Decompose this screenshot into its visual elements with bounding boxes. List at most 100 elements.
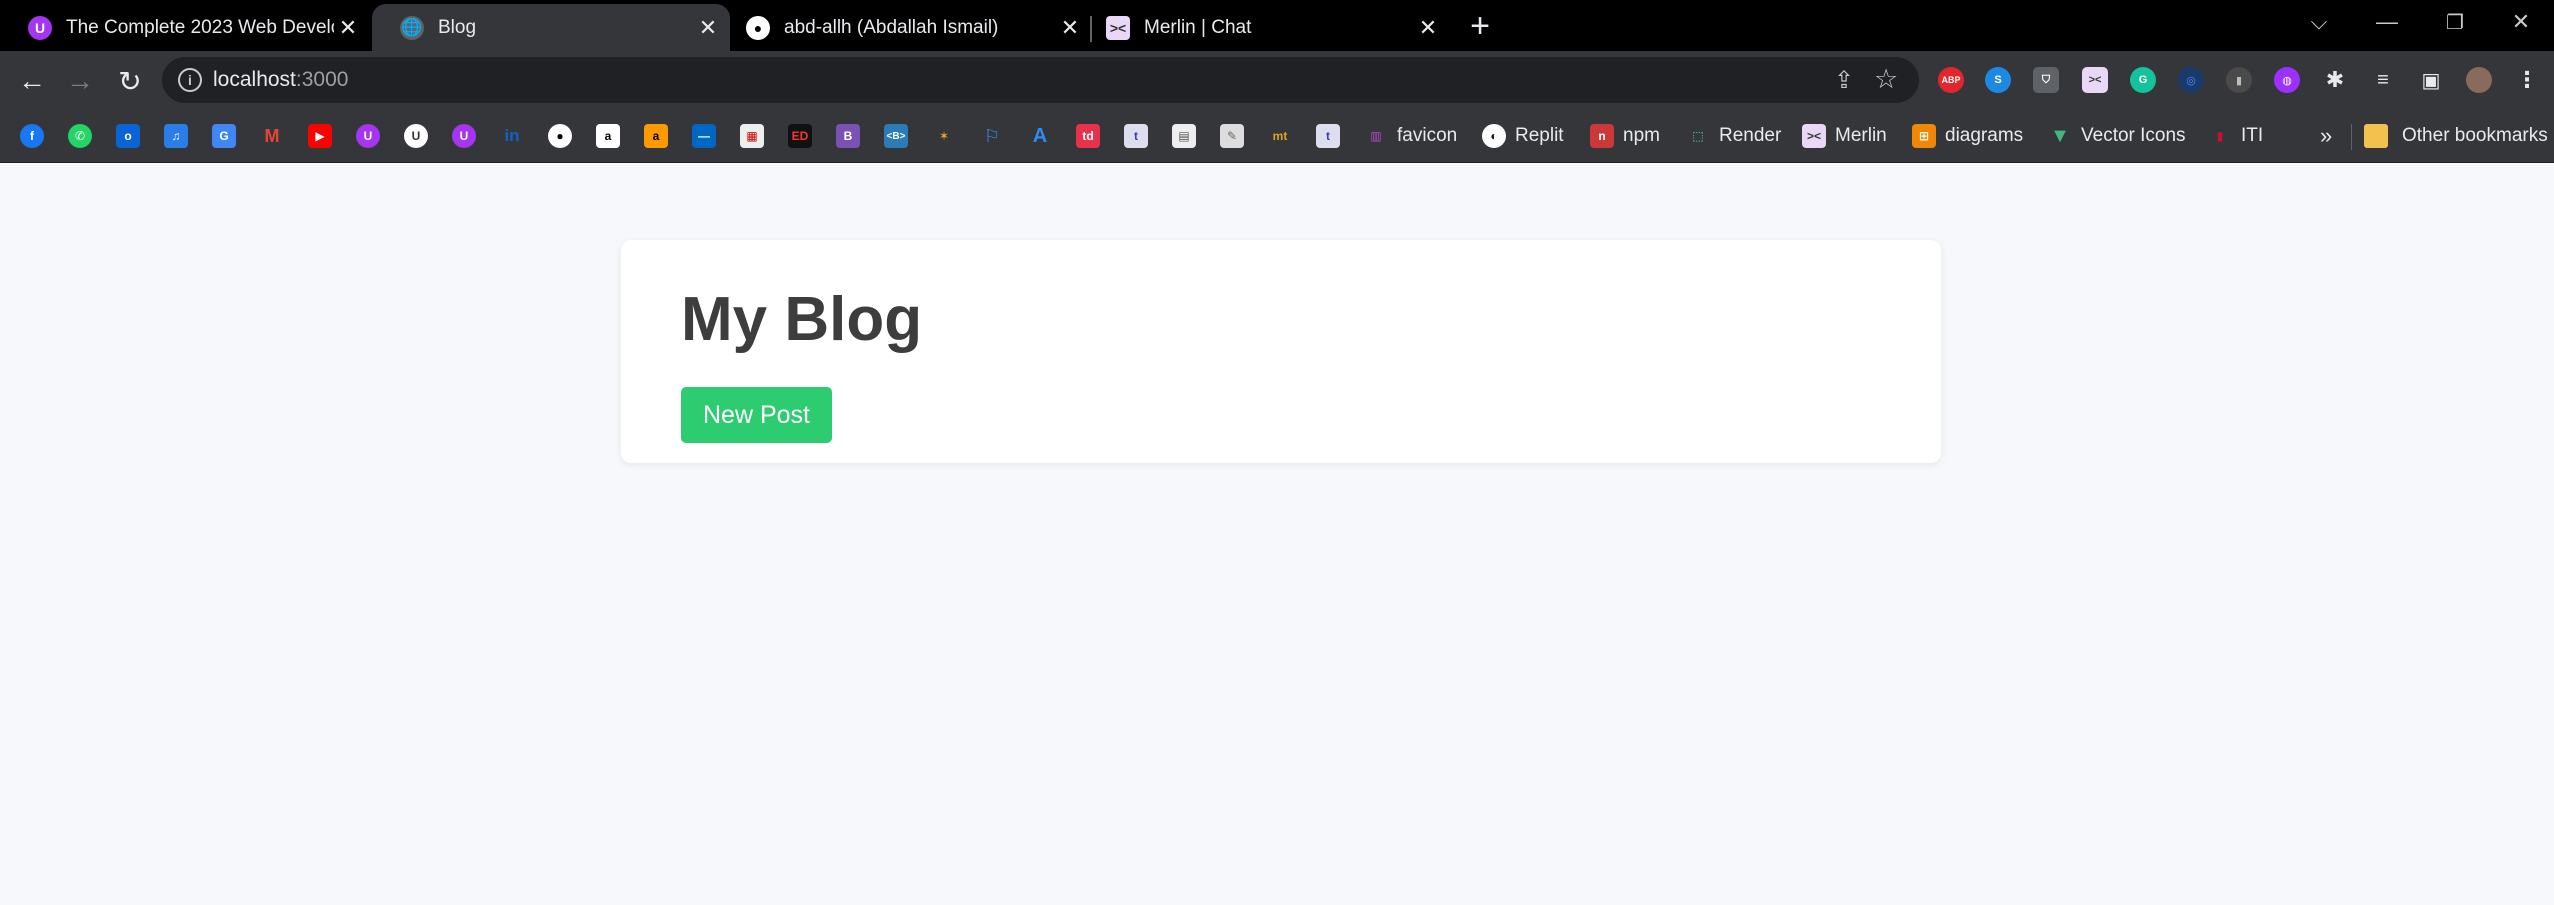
site-info-icon[interactable]: i	[178, 68, 202, 92]
media-controls-icon[interactable]: ≡	[2370, 67, 2396, 93]
bookmark-star-icon[interactable]: ☆	[1874, 64, 1898, 95]
github-icon: ●	[746, 15, 770, 40]
bookmark-linkedin[interactable]: in	[500, 123, 524, 149]
code-icon: <B>	[884, 124, 908, 148]
merlin-icon: ><	[1106, 15, 1130, 40]
bookmark-diagrams[interactable]: ⊞ diagrams	[1912, 123, 2023, 149]
new-tab-button[interactable]: +	[1462, 7, 1498, 45]
close-window-button[interactable]: ✕	[2488, 0, 2554, 44]
bookmark-site-code[interactable]: <B>	[884, 123, 908, 149]
whatsapp-icon: ✆	[68, 124, 92, 148]
bookmark-udemy-2[interactable]: U	[452, 123, 476, 149]
bookmark-amazon-2[interactable]: a	[644, 123, 668, 149]
bookmark-site-blue[interactable]: —	[692, 123, 716, 149]
page-viewport: My Blog New Post	[0, 163, 2554, 905]
site-icon: ▦	[740, 124, 764, 148]
tab-blog[interactable]: 🌐 Blog ✕	[372, 4, 730, 51]
bookmark-whatsapp[interactable]: ✆	[68, 123, 92, 149]
site-icon: ✶	[932, 124, 956, 148]
circle-extension-icon[interactable]: ◎	[2178, 67, 2204, 93]
shield-extension-icon[interactable]: ⛉	[2033, 67, 2059, 93]
adblock-plus-icon[interactable]: ABP	[1938, 67, 1964, 93]
side-panel-icon[interactable]: ▣	[2418, 67, 2444, 93]
close-icon[interactable]: ✕	[694, 14, 722, 42]
bookmark-udemy-1[interactable]: U	[356, 123, 380, 149]
bookmark-mt[interactable]: mt	[1268, 123, 1292, 149]
tab-github[interactable]: ● abd-allh (Abdallah Ismail) ✕	[730, 4, 1092, 51]
merlin-extension-icon[interactable]: ><	[2082, 67, 2108, 93]
back-button[interactable]: ←	[12, 61, 52, 101]
bookmark-ed[interactable]: ED	[788, 123, 812, 149]
udemy-icon: U	[356, 124, 380, 148]
linkedin-icon: in	[500, 124, 524, 148]
browser-toolbar: ← → ↻ i localhost:3000 ⇪ ☆ ABP S ⛉ >< G …	[0, 51, 2554, 110]
github-icon: ●	[548, 124, 572, 148]
tab-title: Merlin | Chat	[1144, 16, 1252, 38]
favicon-bookmark-icon: ▥	[1364, 124, 1388, 148]
grid-icon: ▤	[1172, 124, 1196, 148]
bookmark-bootstrap[interactable]: B	[836, 123, 860, 149]
bookmark-flag[interactable]: ⚐	[980, 123, 1004, 149]
bookmark-label: favicon	[1397, 125, 1458, 146]
ed-icon: ED	[788, 124, 812, 148]
bookmark-label: Render	[1719, 125, 1782, 146]
bookmark-github[interactable]: ●	[548, 123, 572, 149]
shazam-icon[interactable]: S	[1985, 67, 2011, 93]
bookmark-label: npm	[1623, 125, 1660, 146]
bookmark-t-1[interactable]: t	[1124, 123, 1148, 149]
bookmark-npm[interactable]: n npm	[1590, 123, 1660, 149]
tab-udemy[interactable]: U The Complete 2023 Web Develop ✕	[0, 4, 370, 51]
bookmark-translate[interactable]: G	[212, 123, 236, 149]
minimize-button[interactable]: —	[2354, 0, 2420, 44]
bookmarks-overflow-button[interactable]: »	[2320, 123, 2332, 149]
reload-button[interactable]: ↻	[110, 61, 150, 101]
other-bookmarks-folder[interactable]: Other bookmarks	[2364, 123, 2548, 149]
mic-extension-icon[interactable]: ▮	[2226, 67, 2252, 93]
bookmark-t-2[interactable]: t	[1316, 123, 1340, 149]
bookmark-amazon-1[interactable]: a	[596, 123, 620, 149]
bookmark-music[interactable]: ♫	[164, 123, 188, 149]
bookmark-site-grid[interactable]: ▤	[1172, 123, 1196, 149]
grammarly-icon[interactable]: G	[2130, 67, 2156, 93]
vpn-extension-icon[interactable]: ◍	[2274, 67, 2300, 93]
close-icon[interactable]: ✕	[1414, 14, 1442, 42]
bookmark-td[interactable]: td	[1076, 123, 1100, 149]
bookmark-label: ITI	[2241, 125, 2264, 146]
tab-merlin[interactable]: >< Merlin | Chat ✕	[1092, 4, 1450, 51]
diagrams-icon: ⊞	[1912, 124, 1936, 148]
extensions-puzzle-icon[interactable]: ✱	[2322, 67, 2348, 93]
share-icon[interactable]: ⇪	[1834, 66, 1854, 95]
new-post-button[interactable]: New Post	[681, 387, 832, 443]
outlook-icon: o	[116, 124, 140, 148]
bookmark-replit[interactable]: ◐ Replit	[1482, 123, 1564, 149]
globe-icon: 🌐	[400, 15, 424, 40]
bookmark-udemy-business[interactable]: U	[404, 123, 428, 149]
tab-search-button[interactable]: ⌵	[2286, 0, 2352, 44]
bookmark-site-colorful[interactable]: ✶	[932, 123, 956, 149]
bookmark-vector-icons[interactable]: ▼ Vector Icons	[2048, 123, 2186, 149]
restore-button[interactable]: ❐	[2422, 0, 2488, 44]
bookmark-notes[interactable]: ✎	[1220, 123, 1244, 149]
close-icon[interactable]: ✕	[334, 14, 362, 42]
forward-button[interactable]: →	[60, 61, 100, 101]
bookmark-youtube[interactable]: ▶	[308, 123, 332, 149]
gmail-icon: M	[260, 124, 284, 148]
bookmark-facebook[interactable]: f	[20, 123, 44, 149]
bookmark-favicon[interactable]: ▥ favicon	[1364, 123, 1457, 149]
bookmark-a-blue[interactable]: A	[1028, 123, 1052, 149]
browser-menu-icon[interactable]: ⋮	[2514, 67, 2540, 93]
facebook-icon: f	[20, 124, 44, 148]
bookmark-render[interactable]: ⬚ Render	[1686, 123, 1781, 149]
bookmark-outlook[interactable]: o	[116, 123, 140, 149]
close-icon[interactable]: ✕	[1056, 14, 1084, 42]
bookmark-site-red[interactable]: ▦	[740, 123, 764, 149]
url-text: localhost:3000	[213, 68, 348, 92]
profile-avatar[interactable]	[2466, 67, 2492, 93]
bootstrap-icon: B	[836, 124, 860, 148]
udemy-business-icon: U	[404, 124, 428, 148]
address-bar[interactable]: i localhost:3000 ⇪ ☆	[162, 57, 1919, 103]
mt-icon: mt	[1268, 124, 1292, 148]
bookmark-merlin[interactable]: >< Merlin	[1802, 123, 1887, 149]
bookmark-gmail[interactable]: M	[260, 123, 284, 149]
bookmark-iti[interactable]: ▮ ITI	[2208, 123, 2263, 149]
